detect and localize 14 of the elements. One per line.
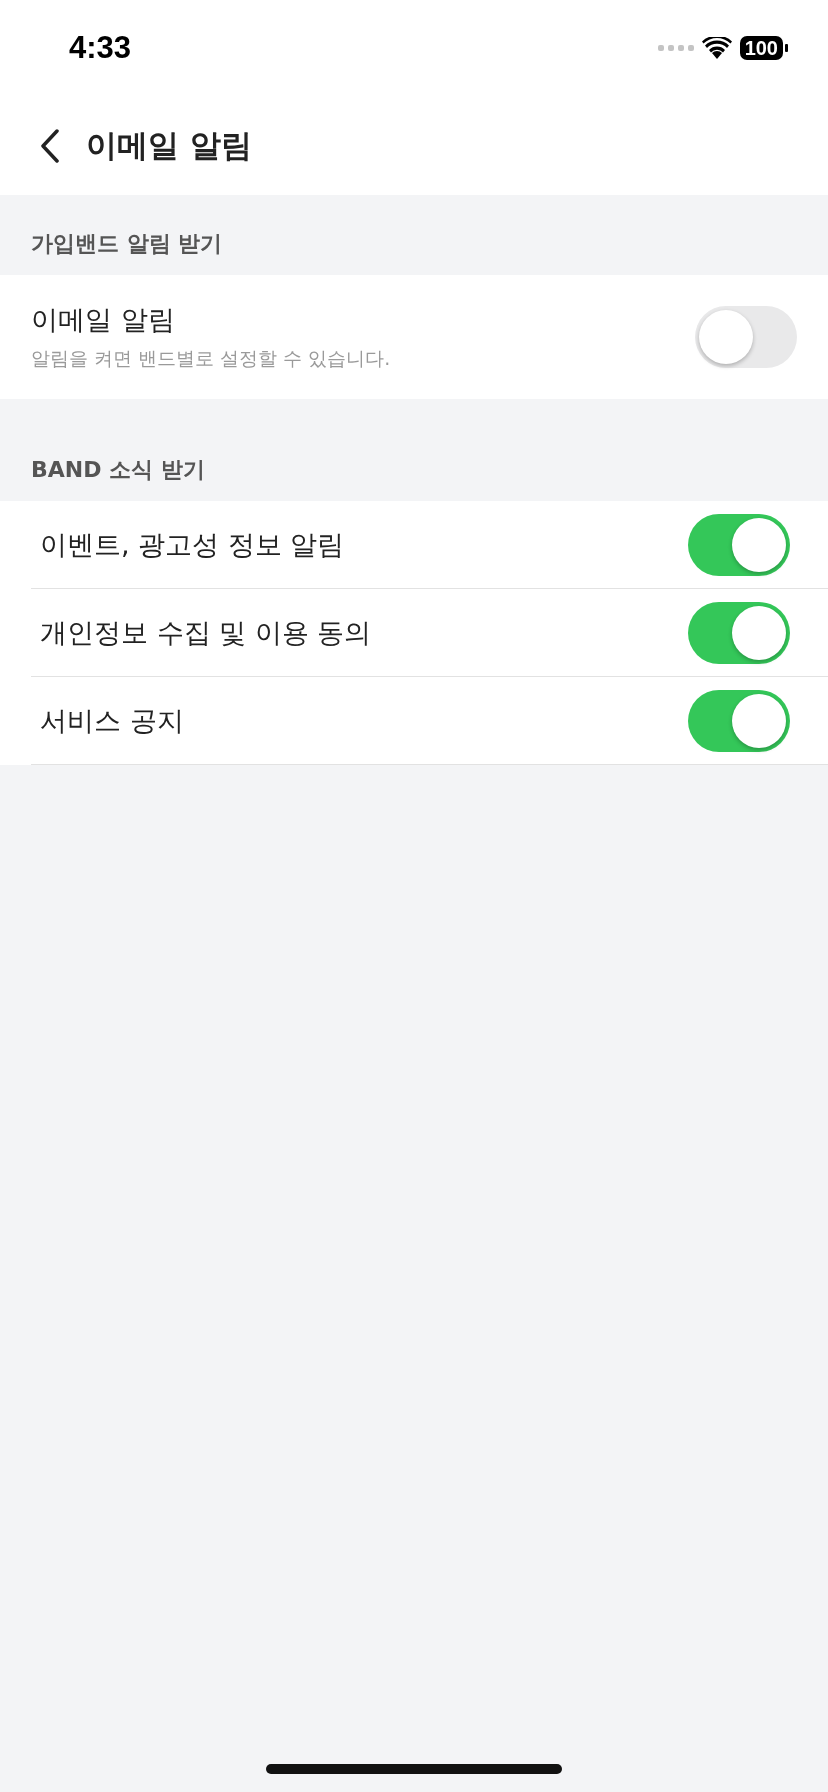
- battery-level: 100: [739, 36, 783, 60]
- status-time: 4:33: [69, 30, 133, 66]
- page-title: 이메일 알림: [86, 125, 252, 165]
- wifi-icon: [701, 37, 732, 59]
- section-header: BAND 소식 받기: [30, 456, 206, 484]
- setting-label: 개인정보 수집 및 이용 동의: [40, 615, 373, 650]
- setting-description: 알림을 켜면 밴드별로 설정할 수 있습니다.: [31, 346, 392, 371]
- back-icon[interactable]: [40, 128, 60, 163]
- setting-label: 이벤트, 광고성 정보 알림: [40, 527, 346, 562]
- battery-tip-icon: [785, 44, 788, 52]
- setting-label: 서비스 공지: [40, 703, 185, 738]
- signal-icon: [657, 44, 694, 52]
- section-header: 가입밴드 알림 받기: [30, 230, 224, 258]
- setting-label: 이메일 알림: [31, 303, 176, 337]
